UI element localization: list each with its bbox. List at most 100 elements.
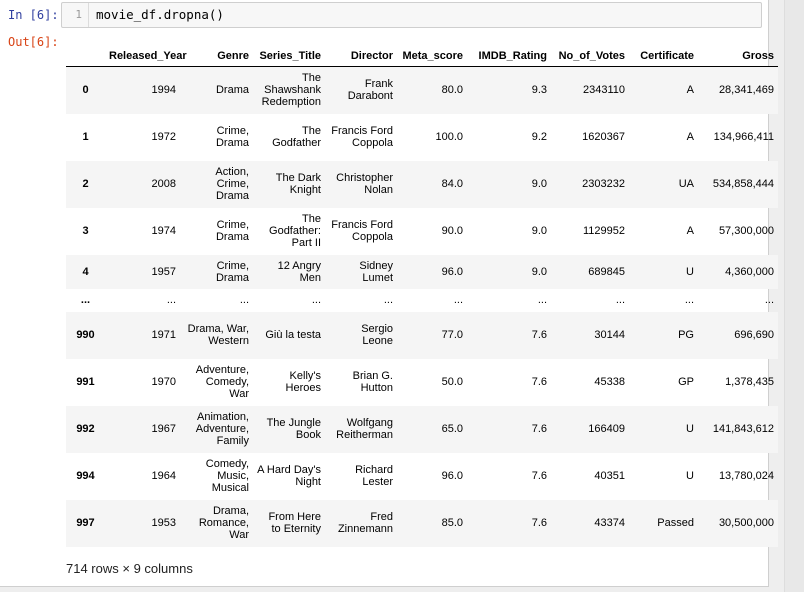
- column-header: No_of_Votes: [551, 46, 629, 67]
- table-cell: The Dark Knight: [275, 172, 321, 196]
- table-cell: 1129952: [582, 225, 625, 237]
- table-cell: 100.0: [435, 131, 463, 143]
- table-row: 994 1964 Comedy, Music, Musical A Hard D…: [66, 453, 778, 500]
- table-cell: PG: [678, 329, 694, 341]
- column-header: Director: [325, 46, 397, 67]
- table-row: 991 1970 Adventure, Comedy, War Kelly's …: [66, 359, 778, 406]
- table-cell: 7.6: [531, 470, 547, 482]
- table-cell: 1972: [151, 131, 176, 143]
- ellipsis-row: ... ... ... ... ... ... ... ... ... ...: [66, 289, 778, 312]
- table-cell: Francis Ford Coppola: [331, 219, 393, 243]
- table-cell: 57,300,000: [718, 225, 774, 237]
- right-panel-edge: [784, 0, 804, 592]
- row-index: 3: [82, 225, 89, 237]
- table-row: 992 1967 Animation, Adventure, Family Th…: [66, 405, 778, 453]
- table-cell: ...: [453, 294, 463, 306]
- table-row: 3 1974 Crime, Drama The Godfather: Part …: [66, 208, 778, 255]
- table-cell: 1,378,435: [725, 376, 774, 388]
- table-cell: A: [686, 225, 694, 237]
- table-row: 0 1994 Drama The Shawshank Redemption Fr…: [66, 66, 778, 114]
- table-row: 2 2008 Action, Crime, Drama The Dark Kni…: [66, 160, 778, 208]
- table-cell: Drama, War, Western: [187, 323, 249, 347]
- table-cell: 84.0: [441, 178, 463, 190]
- table-cell: 7.6: [531, 329, 547, 341]
- column-header: Released_Year: [105, 46, 187, 67]
- table-cell: Adventure, Comedy, War: [195, 364, 249, 400]
- table-cell: 13,780,024: [718, 470, 774, 482]
- table-cell: The Godfather: [272, 125, 321, 149]
- row-index: 991: [76, 376, 95, 388]
- table-cell: 12 Angry Men: [277, 259, 321, 284]
- table-cell: 2008: [151, 178, 176, 190]
- table-cell: Fred Zinnemann: [337, 511, 393, 535]
- table-cell: 7.6: [531, 423, 547, 435]
- table-cell: 1953: [151, 517, 176, 529]
- table-cell: The Shawshank Redemption: [261, 72, 321, 109]
- table-cell: ...: [537, 294, 547, 306]
- table-cell: ...: [166, 294, 176, 306]
- table-row: 990 1971 Drama, War, Western Giù la test…: [66, 311, 778, 359]
- table-cell: ...: [383, 294, 393, 306]
- table-cell: Frank Darabont: [347, 78, 393, 103]
- table-cell: The Jungle Book: [266, 417, 321, 441]
- table-cell: 7.6: [531, 376, 547, 388]
- table-row: 1 1972 Crime, Drama The Godfather Franci…: [66, 114, 778, 161]
- table-cell: Animation, Adventure, Family: [195, 411, 249, 447]
- row-index: 2: [82, 178, 89, 190]
- table-cell: 77.0: [441, 329, 463, 341]
- table-cell: ...: [764, 294, 774, 306]
- index-header: [66, 46, 105, 67]
- table-cell: 30144: [594, 329, 625, 341]
- table-cell: Sidney Lumet: [359, 259, 393, 284]
- row-index: 997: [76, 517, 95, 529]
- table-cell: Giù la testa: [265, 329, 321, 341]
- table-cell: 1970: [151, 376, 176, 388]
- row-index: 990: [76, 329, 95, 341]
- table-cell: ...: [311, 294, 321, 306]
- table-cell: 1974: [151, 225, 176, 237]
- table-cell: A: [686, 84, 694, 97]
- table-cell: 40351: [594, 470, 625, 482]
- table-cell: 43374: [594, 517, 625, 529]
- table-cell: 696,690: [734, 329, 774, 341]
- table-cell: 45338: [594, 376, 625, 388]
- table-cell: 9.0: [531, 178, 547, 190]
- dataframe-shape: 714 rows × 9 columns: [66, 561, 193, 576]
- code-text[interactable]: movie_df.dropna(): [96, 3, 224, 27]
- table-cell: 134,966,411: [713, 131, 774, 143]
- table-cell: 2343110: [582, 84, 625, 97]
- line-number: 1: [62, 3, 89, 27]
- row-index: 994: [76, 470, 95, 482]
- table-cell: Crime, Drama: [215, 125, 249, 149]
- table-cell: Crime, Drama: [215, 219, 249, 243]
- table-cell: 141,843,612: [712, 423, 774, 435]
- table-cell: Brian G. Hutton: [352, 370, 393, 394]
- notebook-cell: In [6]: 1 movie_df.dropna() Out[6]: Rele…: [0, 0, 778, 587]
- table-cell: 9.0: [531, 265, 547, 278]
- table-cell: 9.3: [531, 84, 547, 97]
- column-header: Certificate: [629, 46, 698, 67]
- table-cell: Kelly's Heroes: [285, 370, 321, 394]
- table-cell: Drama, Romance, War: [198, 505, 249, 541]
- row-index: 992: [76, 423, 95, 435]
- table-cell: Richard Lester: [355, 464, 393, 488]
- table-cell: 1967: [151, 423, 176, 435]
- table-cell: 80.0: [441, 84, 463, 97]
- table-cell: 85.0: [441, 517, 463, 529]
- code-cell-input[interactable]: 1 movie_df.dropna(): [61, 2, 762, 28]
- table-cell: 1971: [151, 329, 176, 341]
- column-header: IMDB_Rating: [467, 46, 551, 67]
- table-cell: A: [686, 131, 694, 143]
- table-cell: U: [686, 423, 694, 435]
- table-row: 997 1953 Drama, Romance, War From Here t…: [66, 499, 778, 547]
- table-cell: 30,500,000: [718, 517, 774, 529]
- table-cell: 1964: [151, 470, 176, 482]
- table-cell: ...: [684, 294, 694, 306]
- table-cell: Crime, Drama: [215, 259, 249, 284]
- table-cell: Comedy, Music, Musical: [205, 458, 249, 494]
- table-cell: From Here to Eternity: [268, 511, 321, 535]
- table-row: 4 1957 Crime, Drama 12 Angry Men Sidney …: [66, 254, 778, 289]
- column-header: Series_Title: [253, 46, 325, 67]
- table-cell: 1957: [151, 265, 176, 278]
- row-index: 4: [82, 265, 89, 278]
